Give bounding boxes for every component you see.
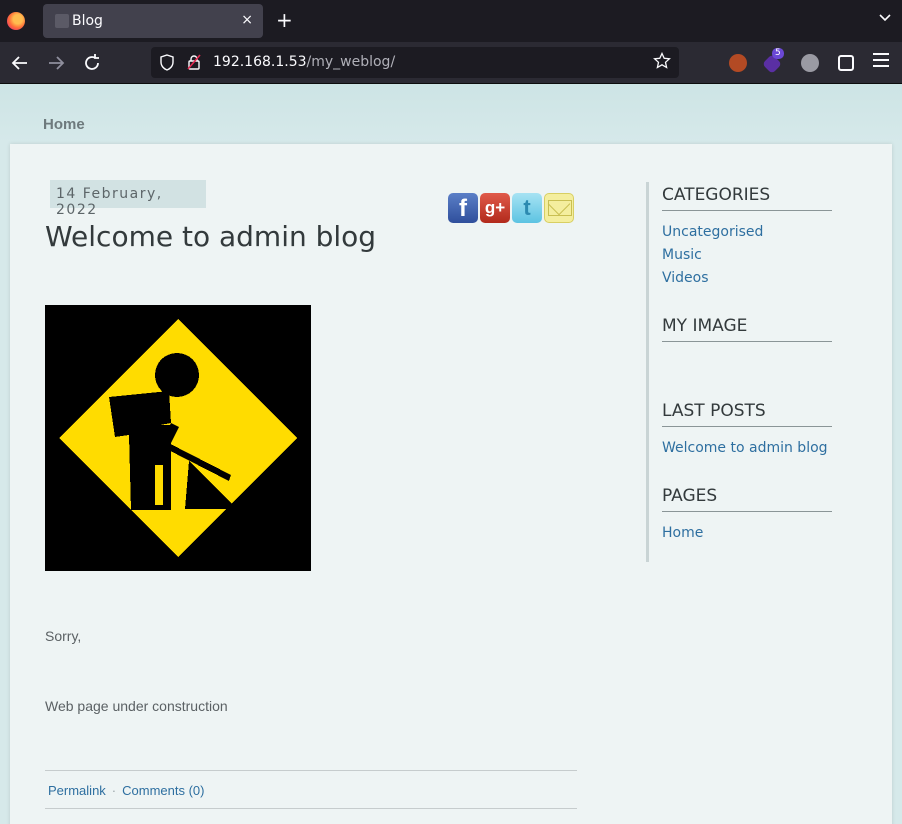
extensions-puzzle-icon[interactable]: [838, 55, 854, 71]
forward-icon[interactable]: [44, 51, 68, 75]
page-link-home[interactable]: Home: [662, 525, 703, 541]
content-box: 14 February, 2022 Welcome to admin blog …: [10, 144, 892, 824]
post-date: 14 February, 2022: [50, 180, 206, 218]
categories-heading: CATEGORIES: [662, 185, 832, 211]
extension-owl-icon[interactable]: [801, 54, 819, 72]
tab-blog[interactable]: Blog ×: [43, 4, 263, 38]
tab-title: Blog: [72, 13, 103, 29]
pages-heading: PAGES: [662, 486, 832, 512]
footer-separator: ·: [111, 783, 117, 798]
list-all-tabs-icon[interactable]: [878, 11, 892, 25]
top-nav-home-link[interactable]: Home: [43, 116, 85, 133]
insecure-lock-icon[interactable]: [187, 54, 201, 70]
post-paragraph-1: Sorry,: [45, 628, 82, 644]
last-post-link[interactable]: Welcome to admin blog: [662, 440, 828, 456]
last-posts-heading: LAST POSTS: [662, 401, 832, 427]
category-link-videos[interactable]: Videos: [662, 270, 709, 286]
tab-bar: Blog × +: [0, 0, 902, 42]
tracking-protection-shield-icon[interactable]: [160, 54, 174, 71]
extension-badge: 5: [772, 48, 784, 59]
reload-icon[interactable]: [80, 51, 104, 75]
category-link-music[interactable]: Music: [662, 247, 702, 263]
page-background: Home 14 February, 2022 Welcome to admin …: [0, 84, 902, 824]
post-paragraph-2: Web page under construction: [45, 698, 228, 714]
sidebar-divider: [646, 182, 650, 562]
url-path: /my_weblog/: [306, 54, 396, 70]
url-text[interactable]: 192.168.1.53/my_weblog/: [213, 54, 395, 70]
my-image-heading: MY IMAGE: [662, 316, 832, 342]
url-host: 192.168.1.53: [213, 54, 307, 70]
navigation-toolbar: 192.168.1.53/my_weblog/: [0, 42, 902, 84]
share-email-icon[interactable]: [544, 193, 574, 223]
share-google-plus-icon[interactable]: g+: [480, 193, 510, 223]
extension-fox-icon[interactable]: [729, 54, 747, 72]
firefox-logo-icon: [7, 12, 25, 30]
permalink-link[interactable]: Permalink: [48, 783, 106, 798]
footer-divider-top: [45, 770, 577, 771]
share-facebook-icon[interactable]: f: [448, 193, 478, 223]
tab-close-icon[interactable]: ×: [241, 12, 253, 28]
under-construction-sign-image: [45, 305, 311, 571]
footer-divider-bottom: [45, 808, 577, 809]
tab-favicon-icon: [55, 14, 69, 28]
post-title[interactable]: Welcome to admin blog: [45, 220, 376, 253]
comments-link[interactable]: Comments (0): [122, 783, 204, 798]
new-tab-button[interactable]: +: [276, 8, 293, 32]
share-twitter-icon[interactable]: t: [512, 193, 542, 223]
category-link-uncategorised[interactable]: Uncategorised: [662, 224, 763, 240]
hamburger-menu-icon[interactable]: [873, 53, 889, 71]
address-bar[interactable]: 192.168.1.53/my_weblog/: [151, 47, 679, 78]
back-icon[interactable]: [8, 51, 32, 75]
bookmark-star-icon[interactable]: [653, 52, 671, 70]
post-footer: Permalink · Comments (0): [48, 783, 205, 798]
